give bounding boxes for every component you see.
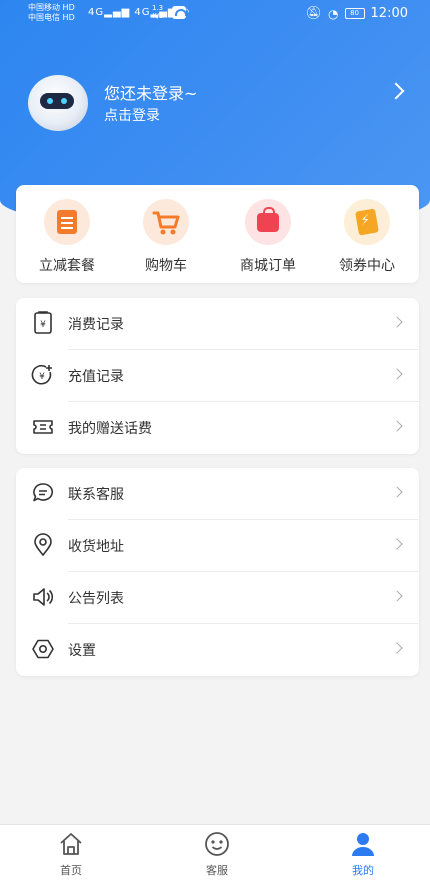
package-discount-icon — [44, 199, 90, 245]
menu-item-announcements[interactable]: 公告列表 — [16, 572, 419, 624]
speedometer-icon: ◔ — [328, 6, 339, 21]
tab-home[interactable]: 首页 — [31, 831, 111, 878]
battery-icon: 80 — [344, 8, 365, 19]
chevron-right-icon — [391, 316, 403, 328]
menu-item-settings[interactable]: 设置 — [16, 624, 419, 676]
bottom-tab-bar: 首页 客服 我的 — [0, 824, 430, 881]
login-title: 您还未登录~ — [104, 84, 198, 103]
chevron-right-icon — [391, 368, 403, 380]
chevron-right-icon — [391, 486, 403, 498]
login-link[interactable]: 点击登录 — [104, 105, 160, 125]
records-menu: ¥ 消费记录 ¥ 充值记录 我的赠送话费 — [16, 298, 419, 454]
tab-mine[interactable]: 我的 — [323, 831, 403, 878]
user-icon — [352, 833, 374, 856]
shopping-cart-icon — [143, 199, 189, 245]
menu-item-consumption[interactable]: ¥ 消费记录 — [16, 298, 419, 350]
speaker-icon — [33, 588, 54, 606]
quick-action-orders[interactable]: 商城订单 — [220, 199, 316, 275]
smiley-chat-icon — [205, 832, 229, 856]
svg-text:¥: ¥ — [39, 372, 45, 382]
login-profile[interactable]: 您还未登录~ 点击登录 — [28, 75, 408, 131]
app-notification-icon — [172, 6, 187, 19]
menu-item-gift-credit[interactable]: 我的赠送话费 — [16, 402, 419, 454]
quick-actions-card: 立减套餐 购物车 商城订单 领券中心 — [16, 185, 419, 283]
tab-service[interactable]: 客服 — [177, 831, 257, 878]
quick-action-cart[interactable]: 购物车 — [118, 199, 214, 275]
chevron-right-icon[interactable] — [387, 82, 405, 100]
menu-item-recharge[interactable]: ¥ 充值记录 — [16, 350, 419, 402]
recharge-yen-icon: ¥ — [31, 364, 52, 385]
ticket-icon — [33, 420, 53, 434]
carrier-1: 中国移动 HD — [28, 3, 75, 12]
location-pin-icon — [34, 533, 52, 557]
chevron-right-icon — [391, 538, 403, 550]
svg-text:¥: ¥ — [40, 320, 46, 330]
chevron-right-icon — [391, 420, 403, 432]
clock: 12:00 — [370, 6, 408, 21]
home-icon — [60, 833, 82, 855]
receipt-icon: ¥ — [34, 311, 52, 334]
quick-action-package[interactable]: 立减套餐 — [19, 199, 115, 275]
chat-bubble-icon — [33, 483, 54, 502]
mute-icon: 🔕︎ — [305, 6, 323, 21]
chevron-right-icon — [391, 642, 403, 654]
status-bar: 中国移动 HD 中国电信 HD 4G▂▄▆ 4G▂▄▆ ◠ 1.3 K/s 🔕︎… — [0, 0, 430, 30]
carrier-2: 中国电信 HD — [28, 13, 75, 22]
quick-action-coupons[interactable]: 领券中心 — [319, 199, 415, 275]
shopping-bag-icon — [245, 199, 291, 245]
settings-hexagon-icon — [32, 639, 54, 659]
menu-item-customer-service[interactable]: 联系客服 — [16, 468, 419, 520]
coupon-icon — [344, 199, 390, 245]
service-menu: 联系客服 收货地址 公告列表 设置 — [16, 468, 419, 676]
avatar[interactable] — [28, 75, 88, 131]
network-speed: 1.3 K/s — [152, 4, 164, 20]
menu-item-address[interactable]: 收货地址 — [16, 520, 419, 572]
chevron-right-icon — [391, 590, 403, 602]
robot-icon — [40, 93, 74, 109]
